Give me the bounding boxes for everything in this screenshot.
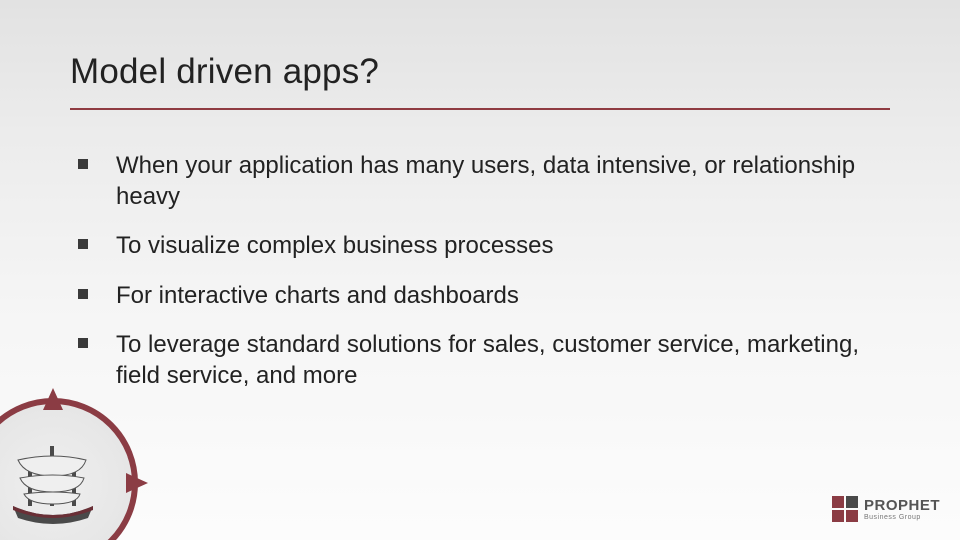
logo-tagline: Business Group (864, 514, 940, 521)
prophet-squares-icon (832, 496, 858, 522)
list-item: When your application has many users, da… (70, 150, 890, 212)
bullet-icon (78, 159, 88, 169)
compass-point-icon (43, 388, 63, 410)
logo-company-name: PROPHET (864, 498, 940, 513)
list-item: To visualize complex business processes (70, 230, 890, 261)
title-underline (70, 108, 890, 110)
list-item: For interactive charts and dashboards (70, 280, 890, 311)
bullet-text: For interactive charts and dashboards (116, 280, 519, 311)
ship-icon (0, 428, 108, 538)
bullet-list: When your application has many users, da… (70, 150, 890, 409)
bullet-text: To leverage standard solutions for sales… (116, 329, 890, 391)
slide-title: Model driven apps? (70, 52, 379, 92)
bullet-icon (78, 239, 88, 249)
bullet-icon (78, 338, 88, 348)
list-item: To leverage standard solutions for sales… (70, 329, 890, 391)
bullet-icon (78, 289, 88, 299)
compass-point-icon (126, 473, 148, 493)
prophet-logo: PROPHET Business Group (832, 496, 940, 522)
bullet-text: To visualize complex business processes (116, 230, 554, 261)
bullet-text: When your application has many users, da… (116, 150, 890, 212)
compass-ship-logo (0, 398, 138, 540)
